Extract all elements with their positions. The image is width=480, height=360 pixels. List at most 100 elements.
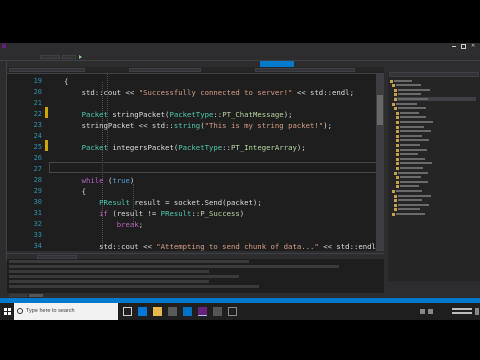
output-pane[interactable] bbox=[7, 259, 384, 293]
solution-tree-item[interactable] bbox=[396, 143, 476, 147]
code-line[interactable]: { bbox=[64, 186, 86, 197]
file-icon bbox=[396, 130, 399, 134]
code-line[interactable]: stringPacket << std::string("This is my … bbox=[64, 120, 332, 131]
code-editor[interactable]: 19202122232425262728293031323334353637 {… bbox=[7, 74, 384, 251]
solution-search-input[interactable] bbox=[389, 72, 479, 77]
notification-icon[interactable] bbox=[475, 308, 479, 315]
output-line bbox=[9, 270, 209, 273]
solution-tree-item[interactable] bbox=[396, 120, 476, 124]
code-line[interactable]: break; bbox=[64, 219, 143, 230]
solution-tree-item[interactable] bbox=[396, 176, 476, 180]
code-line[interactable]: if (result != PResult::P_Success) bbox=[64, 208, 244, 219]
solution-tree-item[interactable] bbox=[392, 189, 476, 193]
solution-tree-item-label bbox=[398, 93, 421, 96]
solution-tree-item[interactable] bbox=[392, 84, 476, 88]
solution-tree-item[interactable] bbox=[394, 93, 476, 97]
file-icon bbox=[396, 180, 399, 184]
solution-tree-item[interactable] bbox=[390, 79, 476, 83]
visual-studio-taskbar-icon[interactable] bbox=[198, 307, 207, 316]
line-number: 32 bbox=[33, 220, 42, 228]
start-button[interactable] bbox=[0, 303, 14, 320]
solution-tree-item[interactable] bbox=[396, 162, 476, 166]
line-number: 19 bbox=[33, 77, 42, 85]
solution-tree-item[interactable] bbox=[396, 139, 476, 143]
solution-tree-item[interactable] bbox=[396, 130, 476, 134]
scope-dropdown[interactable] bbox=[129, 68, 201, 72]
code-line[interactable]: while (true) bbox=[64, 175, 135, 186]
solution-tree-item[interactable] bbox=[394, 199, 476, 203]
solution-tree-item[interactable] bbox=[394, 171, 476, 175]
solution-tree-item-label bbox=[400, 157, 425, 160]
taskbar-search-box[interactable]: Type here to search bbox=[14, 303, 118, 320]
solution-tree-item-label bbox=[400, 139, 429, 142]
visual-studio-window: ✕ 19202122232425262728293031323334353637 bbox=[0, 43, 480, 303]
start-debug-button[interactable] bbox=[79, 55, 101, 59]
clock[interactable] bbox=[452, 308, 472, 315]
line-number: 25 bbox=[33, 143, 42, 151]
store-icon[interactable] bbox=[168, 307, 177, 316]
solution-tree-item-label bbox=[400, 143, 420, 146]
solution-tree-item-label bbox=[396, 84, 421, 87]
line-number: 24 bbox=[33, 132, 42, 140]
task-view-icon[interactable] bbox=[123, 307, 132, 316]
code-line[interactable]: PResult result = socket.Send(packet); bbox=[64, 197, 262, 208]
solution-tree-item-label bbox=[398, 171, 428, 174]
solution-tree-item[interactable] bbox=[396, 180, 476, 184]
toolbar bbox=[0, 54, 480, 69]
output-line bbox=[9, 280, 209, 283]
server-explorer-strip[interactable] bbox=[0, 61, 7, 261]
solution-tree-item-label bbox=[400, 148, 427, 151]
solution-tree-item[interactable] bbox=[396, 185, 476, 189]
code-line[interactable]: std::cout << "Successfully connected to … bbox=[64, 87, 354, 98]
solution-tree-item[interactable] bbox=[396, 111, 476, 115]
project-dropdown[interactable] bbox=[9, 68, 85, 72]
solution-tree-item[interactable] bbox=[394, 88, 476, 92]
solution-tree-item-label bbox=[398, 97, 428, 100]
code-line[interactable]: std::cout << "Attempting to send chunk o… bbox=[64, 241, 380, 251]
solution-tree-item[interactable] bbox=[396, 134, 476, 138]
solution-tree-item-label bbox=[400, 116, 426, 119]
volume-icon[interactable] bbox=[428, 309, 433, 314]
solution-tree-item[interactable] bbox=[396, 153, 476, 157]
line-number: 29 bbox=[33, 187, 42, 195]
solution-tree-item[interactable] bbox=[396, 157, 476, 161]
file-icon bbox=[394, 199, 397, 203]
solution-tree-item[interactable] bbox=[396, 166, 476, 170]
solution-tree-item[interactable] bbox=[396, 148, 476, 152]
file-icon bbox=[396, 120, 399, 124]
solution-tree-item[interactable] bbox=[396, 116, 476, 120]
edge-icon[interactable] bbox=[138, 307, 147, 316]
tab-error-list[interactable] bbox=[9, 294, 27, 297]
solution-tree-item[interactable] bbox=[394, 203, 476, 207]
mail-icon[interactable] bbox=[183, 307, 192, 316]
solution-tree-item[interactable] bbox=[394, 208, 476, 212]
solution-tree-item[interactable] bbox=[394, 107, 476, 111]
solution-tree-item[interactable] bbox=[392, 212, 476, 216]
member-dropdown[interactable] bbox=[255, 68, 355, 72]
line-number: 22 bbox=[33, 110, 42, 118]
solution-tree-item[interactable] bbox=[392, 102, 476, 106]
solution-tree-item[interactable] bbox=[396, 125, 476, 129]
solution-tree-item[interactable] bbox=[394, 97, 476, 102]
file-icon bbox=[392, 212, 395, 216]
file-explorer-icon[interactable] bbox=[153, 307, 162, 316]
vs-logo-icon bbox=[2, 44, 6, 48]
editor-scrollbar-thumb[interactable] bbox=[377, 95, 383, 125]
network-icon[interactable] bbox=[420, 309, 425, 314]
file-icon bbox=[392, 84, 395, 88]
output-line bbox=[9, 275, 239, 278]
app-icon[interactable] bbox=[213, 307, 222, 316]
change-marker bbox=[45, 140, 48, 151]
solution-tree-item-label bbox=[400, 153, 418, 156]
platform-dropdown[interactable] bbox=[62, 55, 76, 59]
solution-tree-item-label bbox=[400, 120, 433, 123]
console-icon[interactable] bbox=[228, 307, 237, 316]
minimize-icon[interactable] bbox=[452, 46, 456, 47]
code-line[interactable]: { bbox=[64, 76, 68, 87]
solution-tree-item[interactable] bbox=[394, 194, 476, 198]
code-line[interactable]: Packet integersPacket(PacketType::PT_Int… bbox=[64, 142, 306, 153]
code-line[interactable]: Packet stringPacket(PacketType::PT_ChatM… bbox=[64, 109, 293, 120]
build-config-dropdown[interactable] bbox=[40, 55, 60, 59]
tab-output[interactable] bbox=[29, 294, 43, 297]
solution-tree-item-label bbox=[398, 208, 420, 211]
